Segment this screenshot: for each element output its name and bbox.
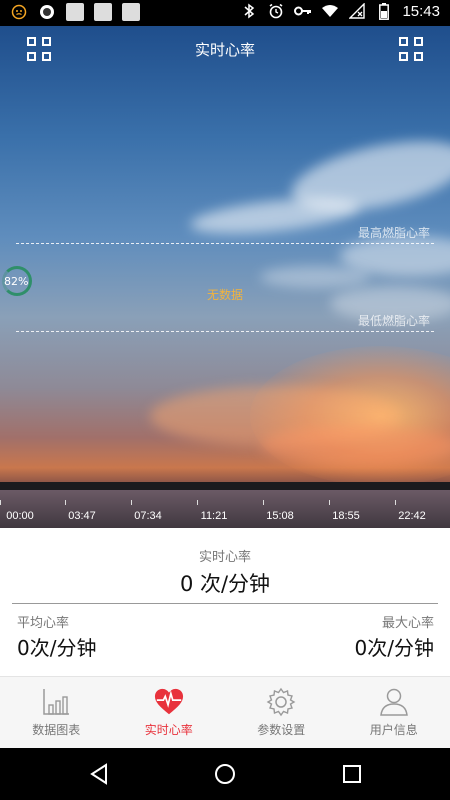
tick-label: 00:00: [6, 510, 34, 522]
tab-label: 参数设置: [257, 723, 306, 737]
time-axis: 00:00 03:47 07:34 11:21 15:08 18:55 22:4…: [0, 500, 450, 528]
app-square-icon: [122, 3, 140, 21]
min-fat-burn-label: 最低燃脂心率: [357, 314, 430, 328]
cloud: [260, 266, 370, 288]
tick-mark: [197, 500, 198, 505]
app-square-icon: [66, 3, 84, 21]
max-fat-burn-label: 最高燃脂心率: [357, 226, 430, 240]
tab-label: 实时心率: [144, 723, 193, 737]
status-bar-notifications: [10, 3, 140, 21]
tick-label: 07:34: [134, 510, 162, 522]
status-bar: 15:43: [0, 0, 450, 26]
user-icon: [379, 688, 408, 716]
horizon-treeline: [0, 482, 450, 490]
tab-label: 用户信息: [369, 723, 418, 737]
heart-rate-chart-area: [0, 26, 450, 528]
tick-mark: [329, 500, 330, 505]
tick-label: 11:21: [200, 510, 228, 522]
status-time: 15:43: [402, 2, 440, 20]
alarm-icon: [267, 2, 285, 20]
tick-mark: [131, 500, 132, 505]
wifi-icon: [321, 2, 339, 20]
tick-label: 18:55: [332, 510, 360, 522]
realtime-heart-rate-label: 实时心率: [198, 550, 251, 565]
bottom-tab-bar: 数据图表 实时心率 参数设置 用户信息: [0, 676, 450, 748]
app-square-icon: [94, 3, 112, 21]
grid-icon[interactable]: [399, 37, 423, 61]
realtime-heart-rate-value: 0 次/分钟: [179, 572, 271, 596]
back-icon[interactable]: [87, 762, 111, 786]
bar-chart-icon: [43, 689, 70, 715]
app-header: 实时心率: [0, 26, 450, 72]
average-heart-rate-label: 平均心率: [17, 616, 70, 631]
system-nav-bar: [0, 748, 450, 800]
tick-mark: [65, 500, 66, 505]
page-title: 实时心率: [194, 41, 255, 59]
tab-user-info[interactable]: 用户信息: [338, 677, 450, 748]
device-battery-percent: 82%: [4, 275, 29, 288]
tick-label: 15:08: [266, 510, 294, 522]
notification-face-icon: [10, 3, 28, 21]
max-heart-rate-value: 0次/分钟: [354, 636, 434, 660]
home-icon[interactable]: [213, 762, 237, 786]
min-fat-burn-line: [16, 331, 434, 332]
gear-icon: [266, 687, 296, 717]
recents-icon[interactable]: [340, 762, 364, 786]
max-fat-burn-line: [16, 243, 434, 244]
signal-off-icon: [348, 2, 366, 20]
tick-mark: [395, 500, 396, 505]
heart-rate-icon: [154, 688, 183, 715]
tick-label: 22:42: [398, 510, 426, 522]
average-heart-rate-value: 0次/分钟: [17, 636, 97, 660]
bluetooth-icon: [240, 2, 258, 20]
tick-label: 03:47: [68, 510, 96, 522]
tab-settings[interactable]: 参数设置: [225, 677, 338, 748]
tab-data-chart[interactable]: 数据图表: [0, 677, 113, 748]
tick-mark: [263, 500, 264, 505]
divider: [12, 603, 438, 604]
heart-rate-readings: 实时心率 0 次/分钟 平均心率 0次/分钟 最大心率 0次/分钟: [0, 528, 450, 676]
no-data-text: 无数据: [206, 288, 243, 302]
max-heart-rate-label: 最大心率: [381, 616, 434, 631]
status-bar-system: 15:43: [240, 2, 440, 20]
cloud: [260, 426, 450, 466]
tick-mark: [0, 500, 1, 505]
battery-icon: [375, 2, 393, 20]
record-icon: [38, 3, 56, 21]
tab-realtime-heart-rate[interactable]: 实时心率: [113, 677, 226, 748]
key-icon: [294, 2, 312, 20]
tab-label: 数据图表: [32, 723, 81, 737]
cloud: [188, 192, 362, 240]
